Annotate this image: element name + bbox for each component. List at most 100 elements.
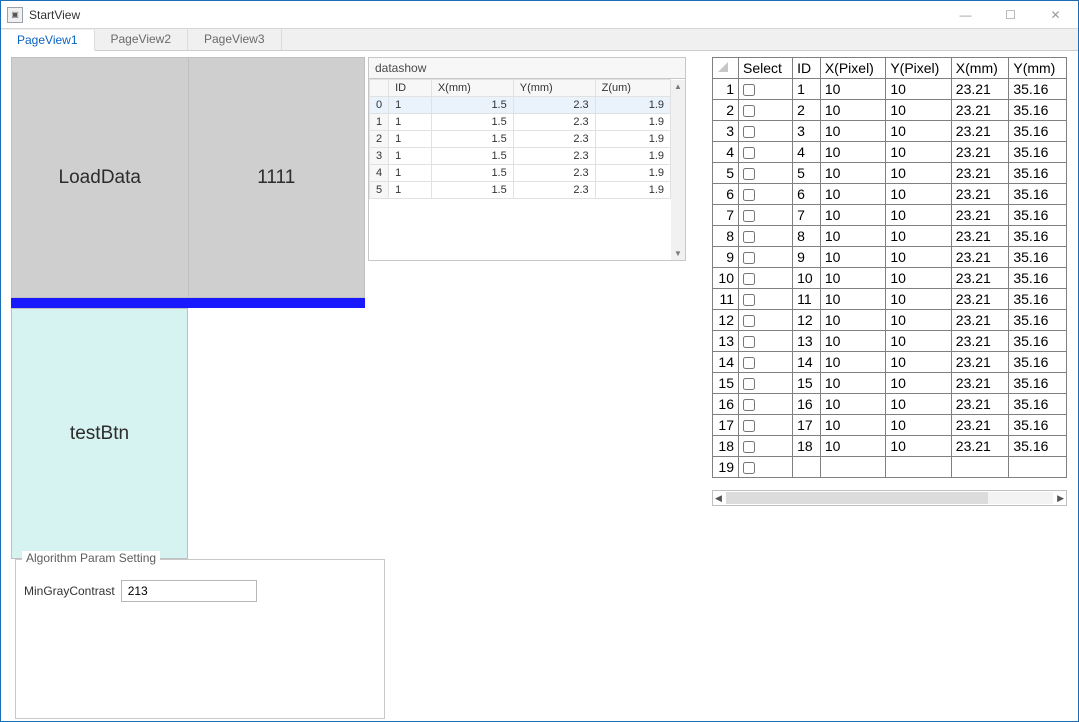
datashow-row[interactable]: 511.52.31.9 xyxy=(370,182,671,199)
row-select-checkbox[interactable] xyxy=(743,168,755,180)
grid-cell[interactable]: 23.21 xyxy=(951,100,1009,121)
scroll-up-icon[interactable]: ▲ xyxy=(674,80,682,93)
tab-pageview3[interactable]: PageView3 xyxy=(188,29,282,50)
grid-cell[interactable]: 10 xyxy=(820,142,885,163)
grid-cell[interactable]: 10 xyxy=(886,289,951,310)
grid-cell[interactable]: 10 xyxy=(886,163,951,184)
datashow-row[interactable]: 011.52.31.9 xyxy=(370,97,671,114)
tab-pageview1[interactable]: PageView1 xyxy=(1,30,95,51)
table-row[interactable]: 55101023.2135.16 xyxy=(713,163,1067,184)
scroll-down-icon[interactable]: ▼ xyxy=(674,247,682,260)
datashow-scrollbar[interactable]: ▲ ▼ xyxy=(671,80,685,260)
row-header[interactable]: 2 xyxy=(713,100,739,121)
grid-cell[interactable]: 10 xyxy=(886,121,951,142)
table-row[interactable]: 22101023.2135.16 xyxy=(713,100,1067,121)
grid-cell[interactable] xyxy=(793,457,821,478)
min-gray-contrast-input[interactable] xyxy=(121,580,257,602)
grid-cell[interactable]: 23.21 xyxy=(951,247,1009,268)
grid-cell[interactable]: 10 xyxy=(886,415,951,436)
row-header[interactable]: 18 xyxy=(713,436,739,457)
row-select-checkbox[interactable] xyxy=(743,462,755,474)
row-select-checkbox[interactable] xyxy=(743,105,755,117)
row-header[interactable]: 13 xyxy=(713,331,739,352)
grid-cell[interactable]: 10 xyxy=(820,415,885,436)
grid-cell[interactable]: 7 xyxy=(793,205,821,226)
table-row[interactable]: 1515101023.2135.16 xyxy=(713,373,1067,394)
grid-cell[interactable]: 23.21 xyxy=(951,163,1009,184)
grid-cell[interactable]: 23.21 xyxy=(951,373,1009,394)
grid-cell[interactable]: 23.21 xyxy=(951,289,1009,310)
grid-cell[interactable]: 15 xyxy=(793,373,821,394)
scroll-left-icon[interactable]: ◀ xyxy=(715,493,722,504)
table-row[interactable]: 1717101023.2135.16 xyxy=(713,415,1067,436)
grid-cell[interactable]: 10 xyxy=(820,373,885,394)
grid-cell[interactable]: 10 xyxy=(886,352,951,373)
grid-cell[interactable]: 10 xyxy=(820,436,885,457)
scroll-thumb[interactable] xyxy=(726,492,988,504)
grid-cell[interactable]: 35.16 xyxy=(1009,436,1067,457)
grid-cell[interactable]: 35.16 xyxy=(1009,226,1067,247)
grid-cell[interactable]: 10 xyxy=(820,205,885,226)
table-row[interactable]: 33101023.2135.16 xyxy=(713,121,1067,142)
row-header[interactable]: 1 xyxy=(713,79,739,100)
table-row[interactable]: 1616101023.2135.16 xyxy=(713,394,1067,415)
datashow-col-header[interactable]: Y(mm) xyxy=(513,80,595,97)
row-header[interactable]: 17 xyxy=(713,415,739,436)
row-select-checkbox[interactable] xyxy=(743,420,755,432)
test-btn-button[interactable]: testBtn xyxy=(11,308,188,559)
grid-corner[interactable] xyxy=(713,58,739,79)
datashow-table[interactable]: IDX(mm)Y(mm)Z(um)011.52.31.9111.52.31.92… xyxy=(369,79,671,199)
row-header[interactable]: 12 xyxy=(713,310,739,331)
datashow-row[interactable]: 111.52.31.9 xyxy=(370,114,671,131)
grid-cell[interactable]: 35.16 xyxy=(1009,268,1067,289)
datashow-row[interactable]: 311.52.31.9 xyxy=(370,148,671,165)
grid-cell[interactable]: 23.21 xyxy=(951,310,1009,331)
grid-cell[interactable]: 10 xyxy=(886,247,951,268)
grid-cell[interactable]: 10 xyxy=(820,121,885,142)
grid-cell[interactable]: 10 xyxy=(886,184,951,205)
row-select-checkbox[interactable] xyxy=(743,273,755,285)
table-row[interactable]: 66101023.2135.16 xyxy=(713,184,1067,205)
scroll-track[interactable] xyxy=(726,492,1053,504)
grid-cell[interactable]: 10 xyxy=(820,352,885,373)
row-header[interactable]: 14 xyxy=(713,352,739,373)
grid-cell[interactable]: 1 xyxy=(793,79,821,100)
row-header[interactable]: 7 xyxy=(713,205,739,226)
grid-cell[interactable]: 23.21 xyxy=(951,205,1009,226)
row-header[interactable]: 11 xyxy=(713,289,739,310)
row-select-checkbox[interactable] xyxy=(743,378,755,390)
row-select-checkbox[interactable] xyxy=(743,189,755,201)
row-header[interactable]: 10 xyxy=(713,268,739,289)
scroll-right-icon[interactable]: ▶ xyxy=(1057,493,1064,504)
grid-cell[interactable]: 35.16 xyxy=(1009,331,1067,352)
grid-cell[interactable]: 10 xyxy=(820,289,885,310)
datashow-col-header[interactable]: Z(um) xyxy=(595,80,670,97)
grid-cell[interactable]: 23.21 xyxy=(951,268,1009,289)
grid-cell[interactable]: 23.21 xyxy=(951,415,1009,436)
grid-cell[interactable]: 23.21 xyxy=(951,352,1009,373)
table-row[interactable]: 44101023.2135.16 xyxy=(713,142,1067,163)
grid-cell[interactable]: 10 xyxy=(886,394,951,415)
grid-cell[interactable]: 35.16 xyxy=(1009,142,1067,163)
row-header[interactable]: 5 xyxy=(713,163,739,184)
grid-cell[interactable]: 35.16 xyxy=(1009,247,1067,268)
grid-cell[interactable]: 10 xyxy=(886,100,951,121)
grid-cell[interactable]: 23.21 xyxy=(951,121,1009,142)
grid-cell[interactable]: 2 xyxy=(793,100,821,121)
row-header[interactable]: 9 xyxy=(713,247,739,268)
datashow-row[interactable]: 411.52.31.9 xyxy=(370,165,671,182)
table-row[interactable]: 77101023.2135.16 xyxy=(713,205,1067,226)
table-row[interactable]: 19 xyxy=(713,457,1067,478)
grid-cell[interactable]: 10 xyxy=(886,373,951,394)
row-header[interactable]: 19 xyxy=(713,457,739,478)
grid-cell[interactable] xyxy=(1009,457,1067,478)
grid-cell[interactable]: 35.16 xyxy=(1009,415,1067,436)
grid-cell[interactable]: 23.21 xyxy=(951,331,1009,352)
row-select-checkbox[interactable] xyxy=(743,399,755,411)
grid-cell[interactable]: 17 xyxy=(793,415,821,436)
grid-cell[interactable]: 10 xyxy=(793,268,821,289)
row-select-checkbox[interactable] xyxy=(743,84,755,96)
grid-cell[interactable]: 10 xyxy=(820,310,885,331)
grid-cell[interactable]: 9 xyxy=(793,247,821,268)
grid-col-header[interactable]: X(Pixel) xyxy=(820,58,885,79)
